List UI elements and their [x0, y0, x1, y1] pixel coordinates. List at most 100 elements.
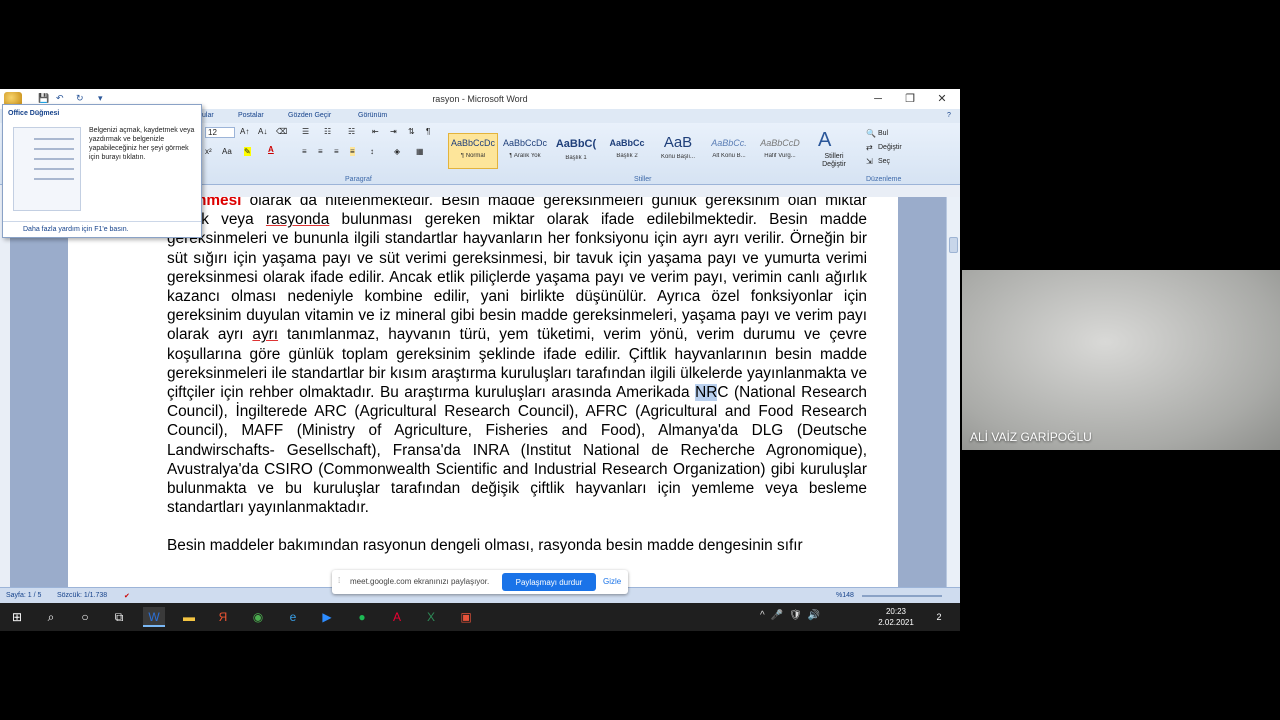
style-sample: AaBbCcDc [450, 138, 495, 148]
restore-button[interactable]: ❐ [898, 91, 922, 107]
clock[interactable]: 20:23 2.02.2021 [876, 606, 916, 628]
bullets-icon[interactable]: ☰ [302, 127, 309, 136]
tooltip-body: Belgenizi açmak, kaydetmek veya yazdırma… [89, 127, 195, 161]
participant-name: ALİ VAİZ GARİPOĞLU [970, 430, 1092, 444]
line-spacing-icon[interactable]: ↕ [370, 147, 374, 156]
style-name: Alt Konu B... [712, 153, 746, 159]
style-heading-2[interactable]: AaBbCc Başlık 2 [602, 133, 652, 169]
text-run: Bu araştırma kuruluşları arasında Amerik… [379, 384, 696, 402]
shrink-font-icon[interactable]: A↓ [258, 127, 267, 136]
decrease-indent-icon[interactable]: ⇤ [372, 127, 379, 136]
tab-references[interactable]: ular [202, 112, 214, 119]
show-marks-icon[interactable]: ¶ [426, 127, 430, 136]
excel-icon[interactable]: X [420, 607, 442, 627]
preview-line [34, 138, 74, 140]
tab-view[interactable]: Görünüm [358, 112, 387, 119]
screen-share-banner: ⁞ meet.google.com ekranınızı paylaşıyor.… [332, 570, 628, 594]
change-case-icon[interactable]: Aa [222, 147, 232, 156]
text-run: C (National Research Council), İngiltere… [167, 384, 867, 517]
close-button[interactable]: ✕ [930, 91, 954, 107]
file-explorer-icon[interactable]: ▬ [178, 607, 200, 627]
replace-icon[interactable]: ⇄ [866, 143, 873, 152]
style-subtle-emphasis[interactable]: AaBbCcD Hafif Vurg... [755, 133, 805, 169]
document-text[interactable]: eksinmesi olarak da nitelenmektedir. Bes… [167, 197, 867, 575]
change-styles-button[interactable]: Stilleri Değiştir [814, 153, 854, 169]
page-count[interactable]: Sayfa: 1 / 5 [6, 592, 41, 599]
find-button[interactable]: Bul [878, 130, 888, 137]
multilevel-list-icon[interactable]: ☵ [348, 127, 355, 136]
windows-start-icon[interactable]: ⊞ [6, 607, 28, 627]
vertical-scrollbar[interactable] [946, 197, 960, 587]
select-button[interactable]: Seç [878, 158, 890, 165]
style-sample: AaBbCcDc [502, 138, 547, 148]
minimize-button[interactable]: ─ [866, 91, 890, 107]
align-right-icon[interactable]: ≡ [334, 147, 339, 156]
select-icon[interactable]: ⇲ [866, 157, 873, 166]
word-app-icon[interactable]: W [143, 607, 165, 627]
word-count[interactable]: Sözcük: 1/1.738 [57, 592, 107, 599]
style-sample: AaBbCc [609, 138, 645, 148]
justify-icon[interactable]: ≡ [350, 147, 355, 156]
font-color-icon[interactable]: A [268, 145, 274, 154]
clear-format-icon[interactable]: ⌫ [276, 127, 287, 136]
find-icon[interactable]: 🔍 [866, 129, 876, 138]
shading-icon[interactable]: ◈ [394, 147, 400, 156]
clock-time: 20:23 [885, 607, 907, 616]
office-menu-preview [13, 127, 81, 211]
selected-text: NR [695, 384, 718, 402]
grow-font-icon[interactable]: A↑ [240, 127, 249, 136]
style-normal[interactable]: AaBbCcDc ¶ Normal [448, 133, 498, 169]
paragraph-group-label: Paragraf [345, 176, 372, 183]
zoom-app-icon[interactable]: ▶ [316, 607, 338, 627]
scroll-thumb[interactable] [949, 237, 958, 253]
cortana-icon[interactable]: ○ [74, 607, 96, 627]
borders-icon[interactable]: ▦ [416, 147, 424, 156]
search-icon[interactable]: ⌕ [40, 607, 62, 627]
tab-review[interactable]: Gözden Geçir [288, 112, 331, 119]
misspelled-word: rasyonda [265, 211, 330, 229]
stop-sharing-button[interactable]: Paylaşmayı durdur [502, 573, 596, 591]
subscript-icon[interactable]: x² [205, 147, 212, 156]
taskbar: ⊞ ⌕ ○ ⧉ W ▬ Я ◉ e ▶ ● A X ▣ ^🎤🛡🔊 20:23 2… [0, 603, 960, 631]
spotify-icon[interactable]: ● [351, 607, 373, 627]
vertical-ruler[interactable] [0, 197, 10, 587]
window-title: rasyon - Microsoft Word [432, 94, 528, 104]
align-left-icon[interactable]: ≡ [302, 147, 307, 156]
style-subtitle[interactable]: AaBbCc. Alt Konu B... [704, 133, 754, 169]
change-styles-icon[interactable]: A [818, 129, 831, 152]
numbering-icon[interactable]: ☷ [324, 127, 331, 136]
increase-indent-icon[interactable]: ⇥ [390, 127, 397, 136]
sort-icon[interactable]: ⇅ [408, 127, 415, 136]
share-message: meet.google.com ekranınızı paylaşıyor. [350, 577, 490, 586]
yandex-icon[interactable]: Я [212, 607, 234, 627]
help-icon[interactable]: ? [947, 112, 951, 119]
style-no-spacing[interactable]: AaBbCcDc ¶ Aralık Yok [500, 133, 550, 169]
acrobat-icon[interactable]: A [386, 607, 408, 627]
editing-group-label: Düzenleme [866, 176, 902, 183]
participant-tile[interactable]: ALİ VAİZ GARİPOĞLU [962, 270, 1280, 450]
edge-icon[interactable]: e [282, 607, 304, 627]
highlight-icon[interactable]: ✎ [244, 147, 251, 156]
preview-line [34, 178, 74, 180]
replace-button[interactable]: Değiştir [878, 144, 902, 151]
task-view-icon[interactable]: ⧉ [108, 607, 130, 627]
notifications-badge[interactable]: 2 [928, 607, 950, 627]
align-center-icon[interactable]: ≡ [318, 147, 323, 156]
zoom-level[interactable]: %148 [836, 592, 854, 599]
style-sample: AaBbCc. [711, 138, 747, 148]
style-name: Başlık 2 [616, 153, 638, 159]
system-tray[interactable]: ^🎤🛡🔊 [760, 610, 826, 621]
style-heading-1[interactable]: AaBbC(Başlık 1 [551, 133, 601, 169]
style-title[interactable]: AaB Konu Başlı... [653, 133, 703, 169]
preview-line [34, 168, 74, 170]
zoom-slider[interactable] [862, 595, 942, 597]
app-icon[interactable]: ▣ [455, 607, 477, 627]
drag-handle-icon[interactable]: ⁞ [338, 576, 340, 585]
font-size-select[interactable]: 12 [205, 127, 235, 138]
style-sample: AaBbCcD [760, 138, 800, 148]
document-page[interactable]: eksinmesi olarak da nitelenmektedir. Bes… [68, 197, 898, 587]
chrome-icon[interactable]: ◉ [247, 607, 269, 627]
proofing-icon[interactable]: ✔ [124, 592, 130, 600]
hide-button[interactable]: Gizle [603, 577, 621, 586]
tab-mailings[interactable]: Postalar [238, 112, 264, 119]
